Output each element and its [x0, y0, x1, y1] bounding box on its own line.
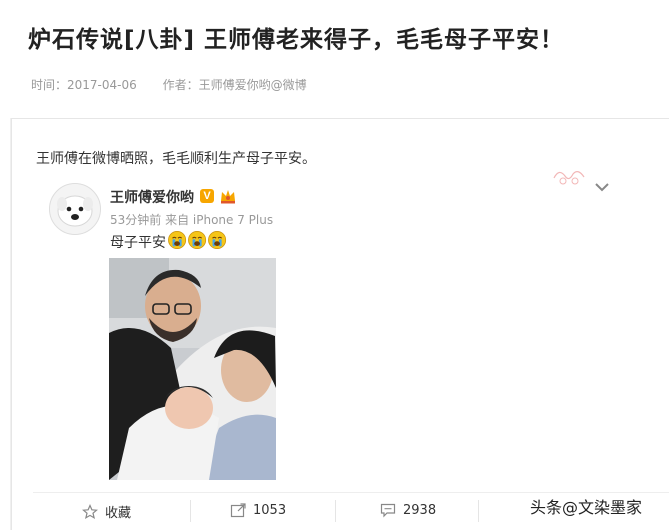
avatar[interactable]	[49, 183, 101, 235]
comment-icon	[380, 503, 396, 518]
repost-count: 1053	[253, 502, 287, 518]
author-link[interactable]: 作者：王师傅爱你哟@微博	[163, 78, 307, 92]
repost-button[interactable]: 1053	[230, 502, 286, 518]
article-title: 炉石传说[八卦] 王师傅老来得子，毛毛母子平安！	[28, 27, 565, 53]
comment-count: 2938	[403, 502, 437, 518]
crying-face-icon	[168, 231, 187, 249]
favorite-button[interactable]: 收藏	[82, 502, 131, 521]
crying-face-icon	[208, 231, 227, 249]
chevron-down-icon[interactable]	[593, 181, 611, 193]
action-separator	[335, 500, 336, 522]
post-photo[interactable]	[109, 258, 276, 480]
user-name[interactable]: 王师傅爱你哟	[110, 187, 194, 207]
article-intro: 王师傅在微博晒照，毛毛顺利生产母子平安。	[36, 151, 316, 167]
action-separator	[478, 500, 479, 522]
verified-badge-icon: V	[200, 189, 214, 203]
crying-face-icon	[188, 231, 207, 249]
dog-avatar-icon	[50, 184, 100, 234]
post-text: 母子平安	[110, 235, 166, 251]
footer-divider	[33, 492, 669, 493]
article-meta: 时间：2017-04-06 作者：王师傅爱你哟@微博	[31, 76, 329, 93]
favorite-label: 收藏	[105, 506, 132, 521]
emoji-group	[168, 231, 227, 249]
decorative-stamp-icon	[553, 171, 585, 185]
publish-time: 时间：2017-04-06	[31, 78, 137, 92]
post-time-source: 53分钟前 来自 iPhone 7 Plus	[110, 213, 274, 227]
comment-button[interactable]: 2938	[380, 502, 436, 518]
star-icon	[82, 503, 98, 519]
action-separator	[190, 500, 191, 522]
watermark: 头条@文染墨家	[530, 498, 643, 517]
repost-icon	[230, 503, 246, 518]
member-crown-icon	[221, 190, 235, 204]
